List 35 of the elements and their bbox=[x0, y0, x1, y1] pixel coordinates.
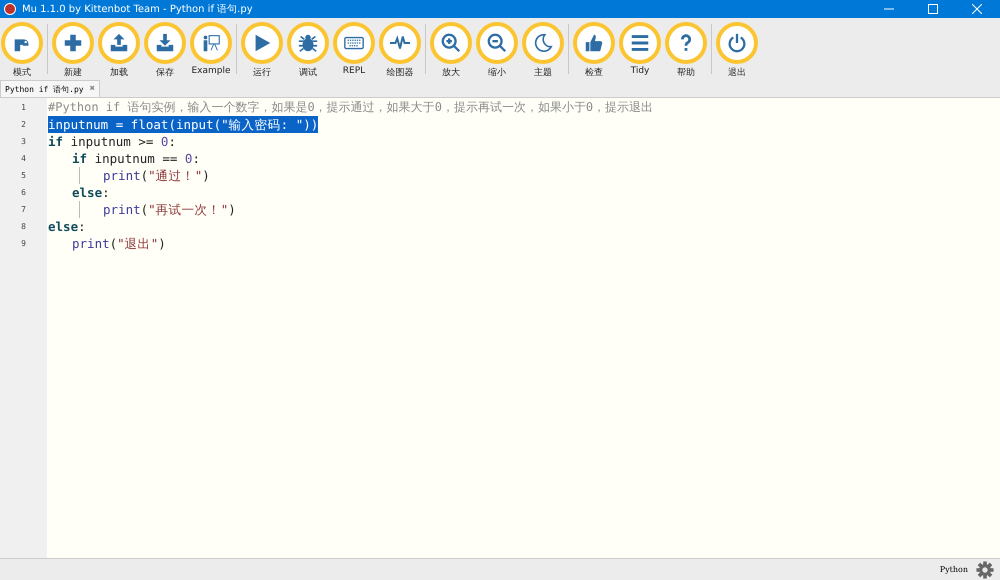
code-line: print("再试一次！") bbox=[103, 201, 236, 218]
code-line: if inputnum == 0: bbox=[72, 150, 200, 167]
zoom-out-icon bbox=[486, 32, 508, 54]
settings-icon[interactable] bbox=[976, 560, 994, 578]
download-icon bbox=[154, 32, 176, 54]
code-line: else: bbox=[48, 218, 86, 235]
upload-icon bbox=[108, 32, 130, 54]
mode-label: Python bbox=[940, 565, 968, 574]
line-number: 8 bbox=[20, 221, 27, 233]
code-line: #Python if 语句实例，输入一个数字，如果是0，提示通过，如果大于0，提示再试一次，如果小于0，提示退出 bbox=[48, 99, 654, 116]
window-title: Mu 1.1.0 by Kittenbot Team - Python if 语句.py bbox=[22, 3, 253, 16]
thumbs-up-icon bbox=[583, 32, 605, 54]
line-number: 7 bbox=[20, 204, 27, 216]
line-number: 9 bbox=[20, 238, 27, 250]
close-icon[interactable] bbox=[972, 4, 982, 14]
bug-icon bbox=[297, 32, 319, 54]
code-line: else: bbox=[72, 184, 110, 201]
app-logo-icon bbox=[4, 3, 16, 15]
file-tab[interactable]: Python if 语句.py ✖ bbox=[0, 80, 100, 97]
menu-icon bbox=[629, 32, 651, 54]
line-number: 6 bbox=[20, 187, 27, 199]
tab-label[interactable]: Python if 语句.py bbox=[5, 84, 84, 94]
code-line: print("退出") bbox=[72, 235, 166, 252]
line-number: 5 bbox=[20, 170, 27, 182]
code-line: print("通过！") bbox=[103, 167, 210, 184]
line-number: 4 bbox=[20, 153, 27, 165]
moon-icon bbox=[532, 32, 554, 54]
line-number: 1 bbox=[20, 102, 27, 114]
code-line: if inputnum >= 0: bbox=[48, 133, 176, 150]
line-number: 2 bbox=[20, 119, 27, 131]
zoom-in-icon bbox=[440, 32, 462, 54]
plus-icon bbox=[62, 32, 84, 54]
power-icon bbox=[726, 32, 748, 54]
line-number: 3 bbox=[20, 136, 27, 148]
maximize-icon[interactable] bbox=[928, 4, 938, 14]
